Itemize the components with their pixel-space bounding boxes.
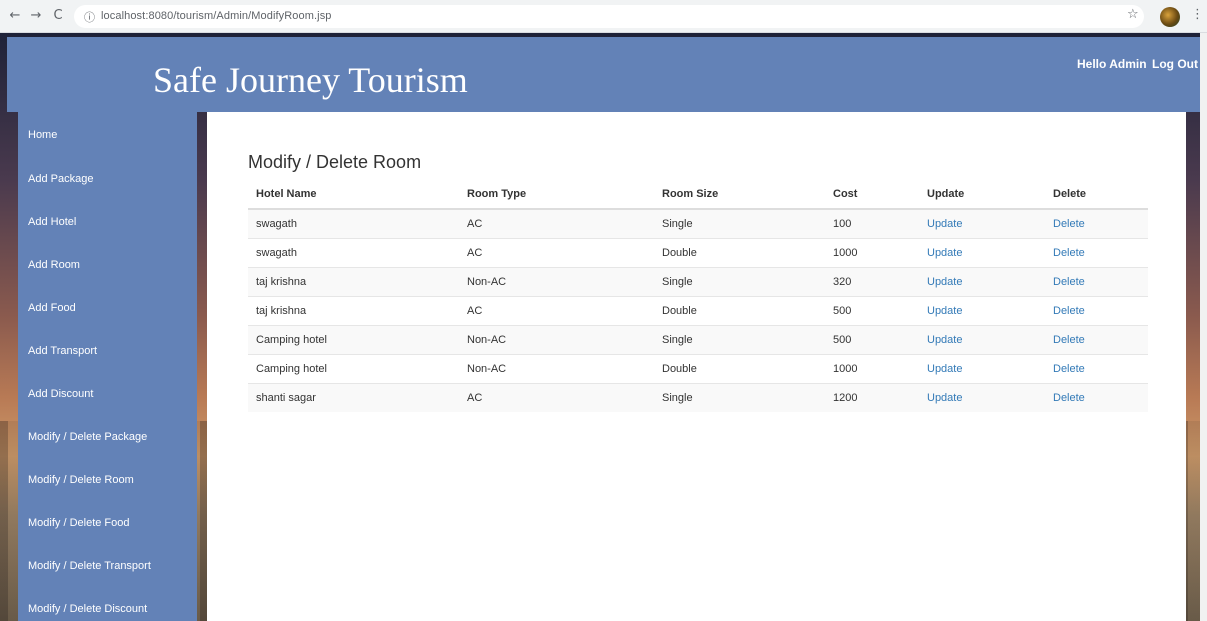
update-link[interactable]: Update [927,334,962,346]
table-row: taj krishna Non-AC Single 320 Update Del… [248,266,1148,296]
main-content: Modify / Delete Room Hotel Name Room Typ… [207,112,1186,621]
cost-cell: 1200 [825,382,919,412]
update-link[interactable]: Update [927,276,962,288]
room-size-cell: Single [654,382,825,412]
sidebar-item-modify-room[interactable]: Modify / Delete Room [28,474,134,486]
room-size-cell: Double [654,295,825,325]
table-row: Camping hotel Non-AC Double 1000 Update … [248,353,1148,383]
update-link[interactable]: Update [927,392,962,404]
sidebar-item-add-transport[interactable]: Add Transport [28,345,97,357]
table-row: Camping hotel Non-AC Single 500 Update D… [248,324,1148,354]
delete-link[interactable]: Delete [1053,218,1085,230]
sidebar-item-add-discount[interactable]: Add Discount [28,388,93,400]
column-header-delete: Delete [1045,180,1148,210]
logout-link[interactable]: Log Out [1152,57,1198,71]
sidebar-item-add-package[interactable]: Add Package [28,173,93,185]
sidebar-item-add-food[interactable]: Add Food [28,302,76,314]
delete-link[interactable]: Delete [1053,247,1085,259]
room-type-cell: AC [459,295,654,325]
room-size-cell: Single [654,324,825,354]
table-row: taj krishna AC Double 500 Update Delete [248,295,1148,325]
page-title: Modify / Delete Room [248,152,422,172]
address-url[interactable]: localhost:8080/tourism/Admin/ModifyRoom.… [101,10,332,22]
column-header-cost: Cost [825,180,919,210]
page-background: Safe Journey Tourism Hello Admin Log Out… [0,33,1207,621]
sidebar-item-modify-package[interactable]: Modify / Delete Package [28,431,147,443]
greeting-text: Hello Admin [1077,57,1147,71]
table-row: swagath AC Double 1000 Update Delete [248,237,1148,267]
delete-link[interactable]: Delete [1053,276,1085,288]
hotel-name-cell: taj krishna [248,295,459,325]
sidebar-item-add-room[interactable]: Add Room [28,259,80,271]
hotel-name-cell: taj krishna [248,266,459,296]
sidebar-item-home[interactable]: Home [28,129,57,141]
site-header: Safe Journey Tourism Hello Admin Log Out [7,37,1200,112]
browser-toolbar: ← → C ⓘ localhost:8080/tourism/Admin/Mod… [0,0,1207,33]
delete-link[interactable]: Delete [1053,392,1085,404]
room-type-cell: AC [459,237,654,267]
table-row: shanti sagar AC Single 1200 Update Delet… [248,382,1148,412]
cost-cell: 100 [825,208,919,238]
sidebar-item-add-hotel[interactable]: Add Hotel [28,216,76,228]
room-size-cell: Single [654,208,825,238]
column-header-hotel-name: Hotel Name [248,180,459,210]
table-header-row: Hotel Name Room Type Room Size Cost Upda… [248,180,1148,210]
room-size-cell: Single [654,266,825,296]
sidebar: Home Add Package Add Hotel Add Room Add … [18,112,197,621]
room-type-cell: Non-AC [459,353,654,383]
scrollbar[interactable] [1200,33,1207,621]
hotel-name-cell: Camping hotel [248,324,459,354]
cost-cell: 500 [825,295,919,325]
rooms-table: Hotel Name Room Type Room Size Cost Upda… [248,180,1148,412]
delete-link[interactable]: Delete [1053,305,1085,317]
cost-cell: 320 [825,266,919,296]
forward-arrow-icon[interactable]: → [27,7,45,25]
browser-menu-icon[interactable]: ⋮ [1191,7,1204,22]
cost-cell: 500 [825,324,919,354]
room-type-cell: AC [459,382,654,412]
reload-icon[interactable]: C [49,7,67,25]
hotel-name-cell: swagath [248,237,459,267]
column-header-update: Update [919,180,1045,210]
room-size-cell: Double [654,237,825,267]
update-link[interactable]: Update [927,218,962,230]
sidebar-item-modify-discount[interactable]: Modify / Delete Discount [28,603,147,615]
site-title: Safe Journey Tourism [153,60,468,100]
bookmark-star-icon[interactable]: ☆ [1127,7,1139,22]
room-type-cell: AC [459,208,654,238]
room-type-cell: Non-AC [459,266,654,296]
column-header-room-size: Room Size [654,180,825,210]
column-header-room-type: Room Type [459,180,654,210]
back-arrow-icon[interactable]: ← [6,7,24,25]
table-row: swagath AC Single 100 Update Delete [248,208,1148,238]
update-link[interactable]: Update [927,247,962,259]
delete-link[interactable]: Delete [1053,334,1085,346]
sidebar-item-modify-transport[interactable]: Modify / Delete Transport [28,560,151,572]
address-bar[interactable]: ⓘ localhost:8080/tourism/Admin/ModifyRoo… [74,5,1144,28]
hotel-name-cell: swagath [248,208,459,238]
room-size-cell: Double [654,353,825,383]
profile-avatar[interactable] [1160,7,1180,27]
delete-link[interactable]: Delete [1053,363,1085,375]
room-type-cell: Non-AC [459,324,654,354]
info-icon[interactable]: ⓘ [84,9,95,25]
update-link[interactable]: Update [927,305,962,317]
update-link[interactable]: Update [927,363,962,375]
hotel-name-cell: shanti sagar [248,382,459,412]
cost-cell: 1000 [825,237,919,267]
hotel-name-cell: Camping hotel [248,353,459,383]
cost-cell: 1000 [825,353,919,383]
sidebar-item-modify-food[interactable]: Modify / Delete Food [28,517,130,529]
